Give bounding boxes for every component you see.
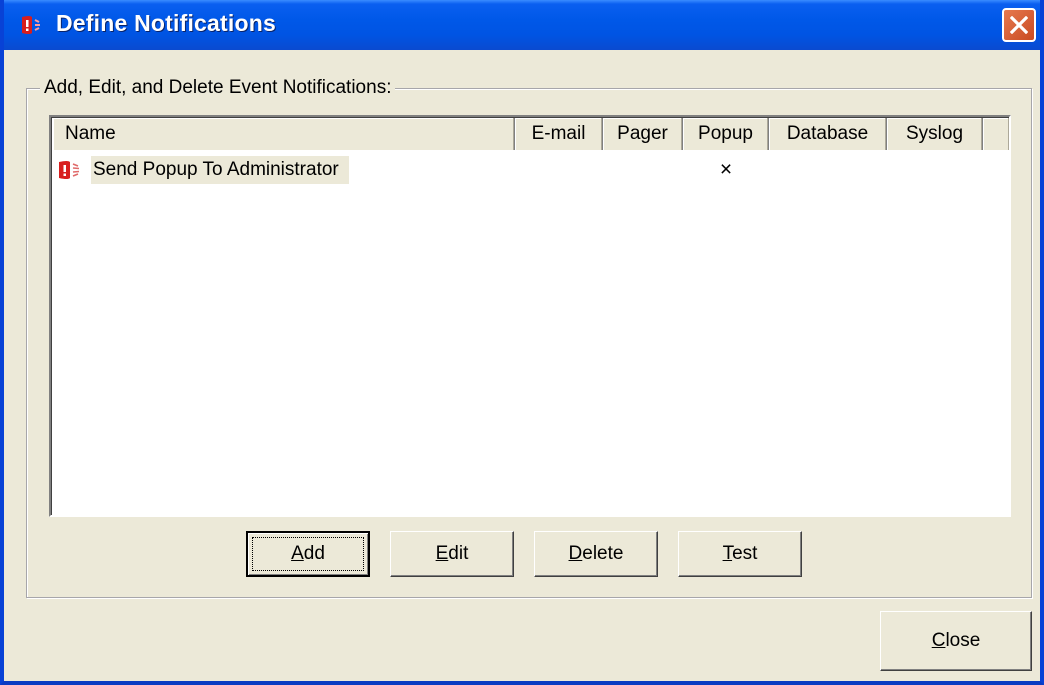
close-icon	[1010, 16, 1028, 34]
pager-cell	[603, 156, 681, 184]
column-header-pager[interactable]: Pager	[603, 118, 683, 150]
add-button[interactable]: Add	[246, 531, 370, 577]
groupbox-label: Add, Edit, and Delete Event Notification…	[40, 77, 396, 99]
column-header-syslog[interactable]: Syslog	[887, 118, 983, 150]
delete-button[interactable]: Delete	[534, 531, 658, 577]
column-header-email[interactable]: E-mail	[515, 118, 603, 150]
email-cell	[521, 156, 599, 184]
close-window-button[interactable]	[1002, 8, 1036, 42]
edit-button[interactable]: Edit	[390, 531, 514, 577]
focus-rectangle	[252, 537, 364, 571]
column-header-database[interactable]: Database	[769, 118, 887, 150]
column-header-name[interactable]: Name	[53, 118, 515, 150]
list-header: Name E-mail Pager Popup Database Syslog	[53, 118, 1009, 150]
close-button[interactable]: Close	[880, 611, 1032, 671]
define-notifications-dialog: Define Notifications Add, Edit, and Dele…	[0, 0, 1044, 685]
column-header-filler	[983, 118, 1009, 150]
popup-cell: ×	[719, 158, 733, 181]
alarm-notification-icon	[59, 161, 80, 179]
window-title: Define Notifications	[56, 10, 276, 36]
syslog-cell	[895, 156, 973, 184]
notifications-list[interactable]: Name E-mail Pager Popup Database Syslog …	[49, 115, 1011, 517]
alarm-notification-icon	[22, 16, 40, 34]
column-header-popup[interactable]: Popup	[683, 118, 769, 150]
title-bar[interactable]: Define Notifications	[4, 0, 1040, 50]
database-cell	[783, 156, 861, 184]
test-button[interactable]: Test	[678, 531, 802, 577]
notification-name: Send Popup To Administrator	[91, 156, 349, 184]
